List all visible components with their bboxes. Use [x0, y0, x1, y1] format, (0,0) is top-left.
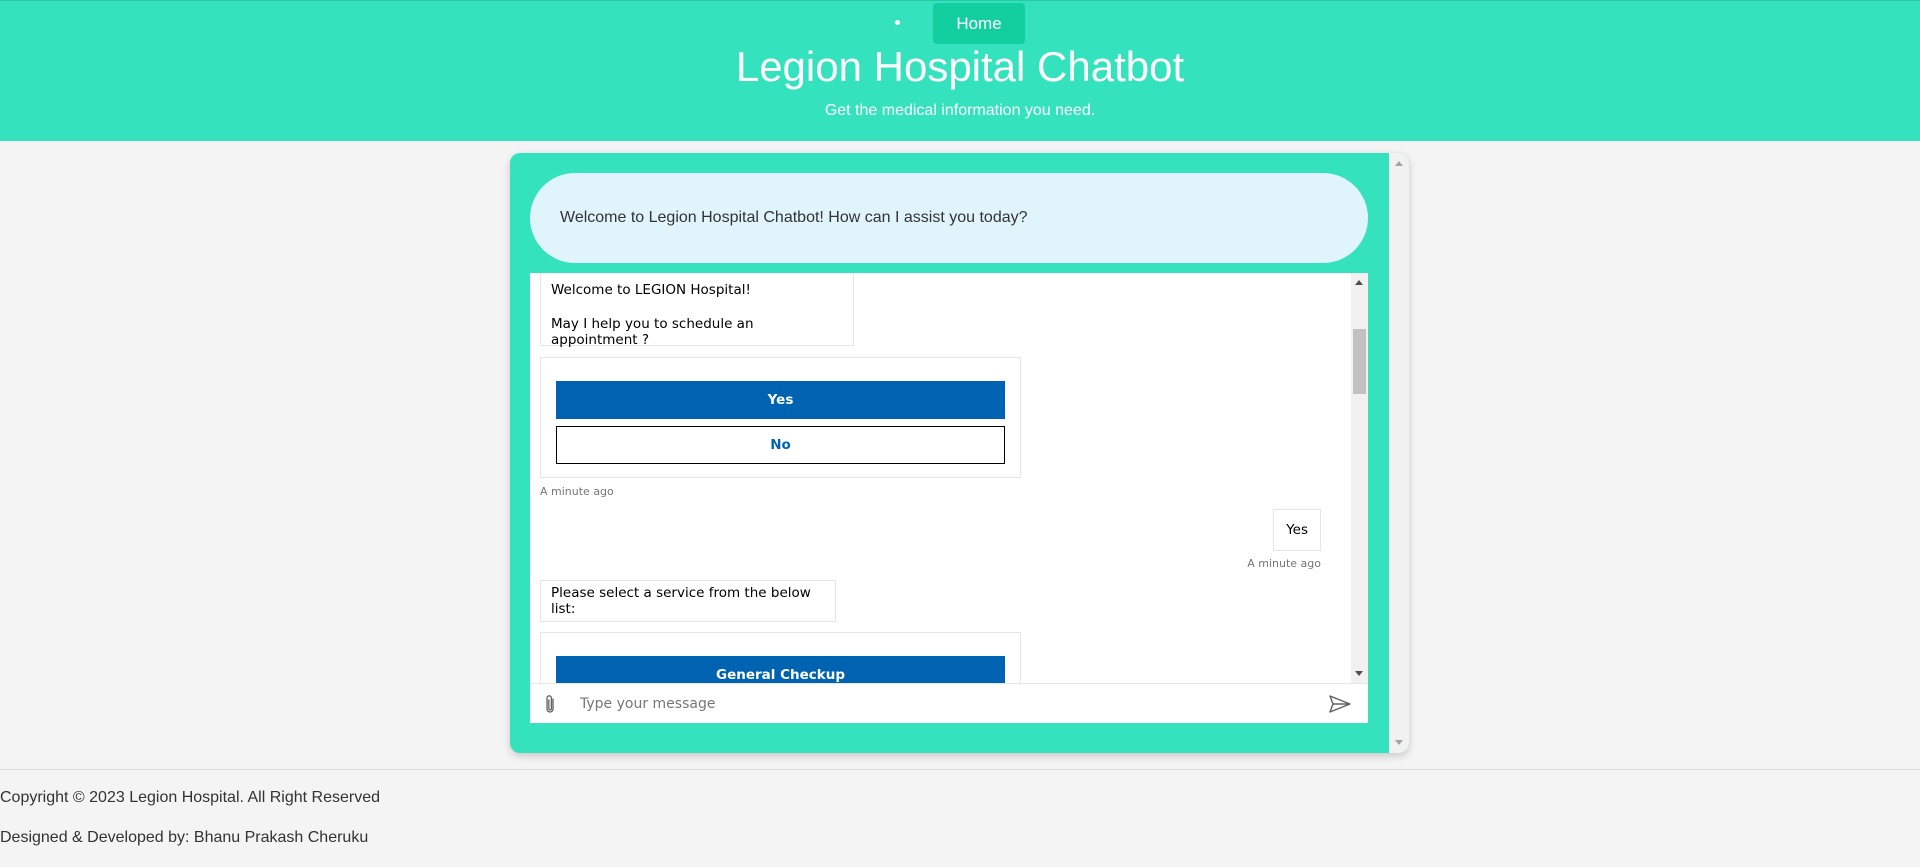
scroll-down-arrow-icon[interactable]	[1355, 671, 1363, 676]
message-timestamp: A minute ago	[1247, 557, 1321, 570]
send-icon[interactable]	[1328, 694, 1352, 714]
welcome-banner: Welcome to Legion Hospital Chatbot! How …	[530, 173, 1368, 263]
welcome-text: Welcome to Legion Hospital Chatbot! How …	[560, 209, 1028, 226]
service-choice-card: General Checkup	[540, 632, 1021, 683]
user-message: Yes	[1273, 509, 1321, 551]
message-text: Yes	[1286, 522, 1308, 538]
no-button[interactable]: No	[556, 426, 1005, 464]
scrollbar-thumb[interactable]	[1353, 329, 1366, 394]
site-header: Home Legion Hospital Chatbot Get the med…	[0, 0, 1920, 141]
footer-credit: Designed & Developed by: Bhanu Prakash C…	[0, 829, 369, 846]
footer-copyright: Copyright © 2023 Legion Hospital. All Ri…	[0, 789, 380, 806]
footer-divider	[0, 769, 1920, 770]
chat-container-scrollbar[interactable]	[1389, 153, 1409, 753]
message-text: Please select a service from the below l…	[551, 585, 811, 617]
message-timestamp: A minute ago	[540, 485, 614, 498]
send-box	[530, 683, 1368, 723]
general-checkup-button[interactable]: General Checkup	[556, 656, 1005, 683]
bot-message: Please select a service from the below l…	[540, 580, 836, 622]
message-line: May I help you to schedule an appointmen…	[551, 316, 754, 348]
chatbot-container: Welcome to Legion Hospital Chatbot! How …	[510, 153, 1409, 753]
yes-button[interactable]: Yes	[556, 381, 1005, 419]
nav-home-button[interactable]: Home	[933, 3, 1025, 44]
scroll-up-arrow-icon[interactable]	[1395, 161, 1403, 166]
chat-transcript[interactable]: Welcome to LEGION Hospital! May I help y…	[530, 273, 1351, 683]
webchat-panel: Welcome to LEGION Hospital! May I help y…	[530, 273, 1368, 723]
page-subtitle: Get the medical information you need.	[824, 102, 1096, 119]
bot-choice-card: Yes No	[540, 357, 1021, 478]
bot-message: Welcome to LEGION Hospital! May I help y…	[540, 273, 854, 348]
message-input[interactable]	[578, 690, 1318, 718]
message-line: Welcome to LEGION Hospital!	[551, 282, 751, 298]
nav-bullet	[895, 20, 900, 25]
transcript-scrollbar[interactable]	[1351, 273, 1368, 683]
paperclip-icon[interactable]	[542, 694, 560, 716]
scroll-down-arrow-icon[interactable]	[1395, 740, 1403, 745]
scroll-up-arrow-icon[interactable]	[1355, 280, 1363, 285]
page-title: Legion Hospital Chatbot	[735, 43, 1185, 90]
